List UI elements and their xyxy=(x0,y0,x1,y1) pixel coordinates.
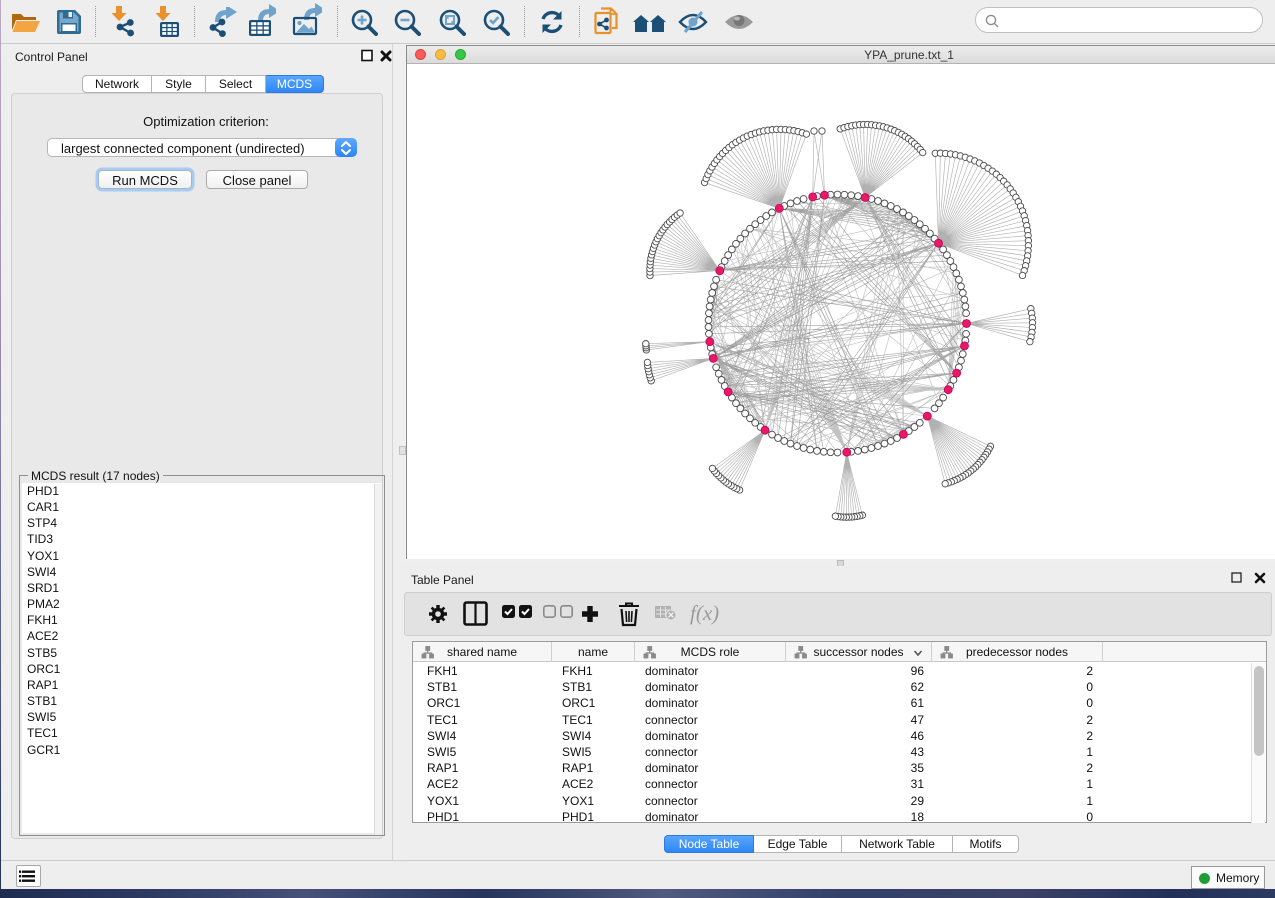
svg-text:f(x): f(x) xyxy=(690,601,719,625)
